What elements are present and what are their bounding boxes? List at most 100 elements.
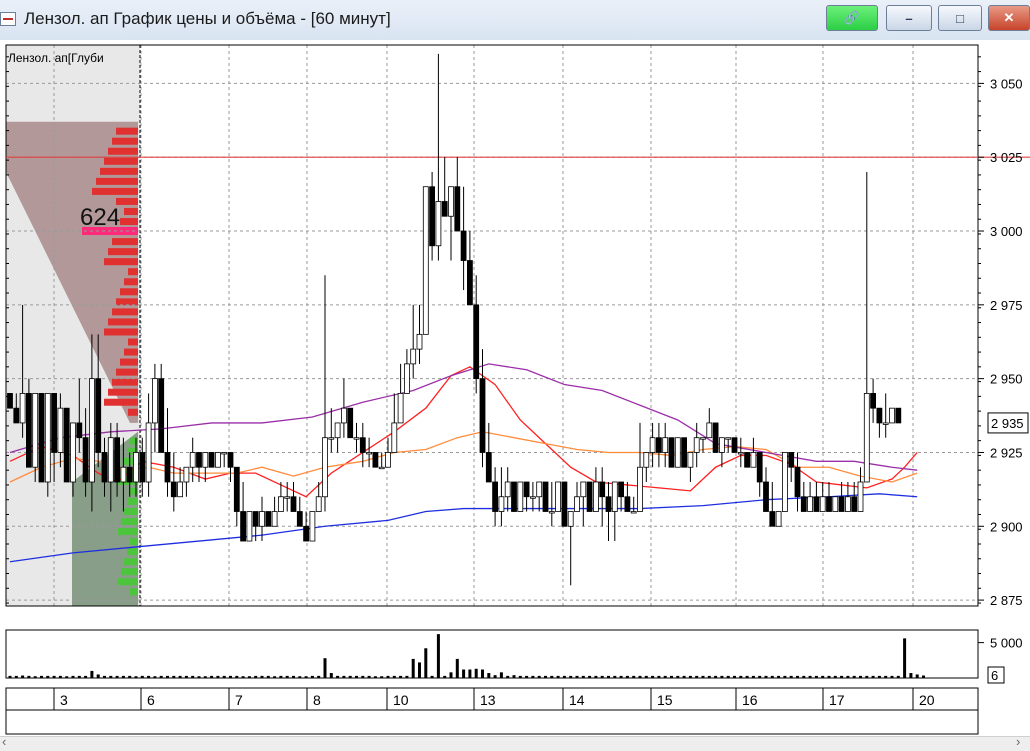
candle-body xyxy=(385,452,391,468)
bid-bar xyxy=(127,548,138,556)
candle-body xyxy=(133,452,139,483)
candle-body xyxy=(681,437,687,468)
volume-bar xyxy=(865,675,869,678)
volume-bar xyxy=(758,675,762,678)
volume-bar xyxy=(663,675,667,678)
candle-body xyxy=(435,201,442,247)
ask-bar xyxy=(124,278,138,286)
volume-bar xyxy=(556,675,560,678)
volume-bar xyxy=(814,675,818,678)
candle-body xyxy=(845,496,851,512)
candle-body xyxy=(359,437,366,453)
candle-body xyxy=(107,437,114,483)
volume-bar xyxy=(922,675,925,678)
volume-bar xyxy=(625,675,629,678)
volume-bar xyxy=(544,675,547,678)
horizontal-scrollbar[interactable]: ‹ › xyxy=(0,734,1030,751)
candle-body xyxy=(19,393,26,424)
volume-bar xyxy=(739,675,743,678)
volume-bar xyxy=(411,658,415,678)
candle-body xyxy=(139,452,146,483)
volume-bar xyxy=(796,675,799,678)
volume-bar xyxy=(846,675,850,678)
volume-bar xyxy=(298,676,302,678)
price-tick-label: 3 000 xyxy=(990,224,1023,239)
scroll-left-icon[interactable]: ‹ xyxy=(2,734,6,749)
volume-bar xyxy=(909,673,913,678)
ask-bar xyxy=(124,207,138,215)
candle-body xyxy=(158,378,165,453)
volume-bar xyxy=(373,676,377,678)
price-volume-chart[interactable]: 3 050 3 025 3 000 2 975 2 950 2 925 2 900 2 875… xyxy=(0,0,1030,736)
volume-panel-frame xyxy=(5,629,979,679)
candle-body xyxy=(151,378,158,424)
candle-body xyxy=(214,452,221,468)
candle-body xyxy=(82,437,89,483)
candle-body xyxy=(706,422,713,439)
volume-bar xyxy=(40,675,43,678)
bid-bar xyxy=(124,558,138,566)
volume-bar xyxy=(607,675,610,678)
candle-body xyxy=(574,496,580,512)
candle-body xyxy=(851,496,858,512)
scroll-right-icon[interactable]: › xyxy=(1016,734,1020,749)
bid-bar xyxy=(130,538,138,546)
volume-bar xyxy=(537,675,541,678)
bid-bar xyxy=(121,568,138,576)
candle-body xyxy=(744,452,750,468)
volume-bar xyxy=(84,675,88,678)
candle-body xyxy=(498,496,505,512)
candle-body xyxy=(637,466,643,512)
candle-body xyxy=(668,437,675,468)
volume-bar xyxy=(462,669,466,678)
volume-bar xyxy=(273,676,277,678)
volume-bar xyxy=(310,675,314,678)
bid-bar xyxy=(118,578,138,586)
candle-body xyxy=(693,437,700,453)
candle-body xyxy=(410,348,417,365)
ask-bar xyxy=(120,218,138,226)
candle-body xyxy=(372,452,379,468)
volume-bar xyxy=(430,675,434,678)
volume-bar xyxy=(8,675,12,678)
candle-body xyxy=(334,422,341,439)
volume-bar xyxy=(109,675,113,678)
candle-body xyxy=(561,481,568,527)
volume-bar xyxy=(317,675,321,678)
volume-bar xyxy=(90,670,94,678)
volume-bar xyxy=(21,675,25,678)
candle-body xyxy=(794,466,801,498)
bid-bar xyxy=(130,487,138,495)
ask-bar xyxy=(108,147,138,155)
volume-bar xyxy=(147,675,151,678)
volume-bar xyxy=(172,675,176,678)
date-label: 20 xyxy=(919,692,935,708)
candle-body xyxy=(593,481,599,512)
volume-bar xyxy=(292,675,295,678)
ask-bar xyxy=(92,187,138,195)
candle-body xyxy=(731,437,738,453)
price-tick-label: 3 050 xyxy=(990,76,1023,91)
volume-bar xyxy=(632,675,636,678)
volume-bar xyxy=(140,675,144,678)
volume-bar xyxy=(77,675,81,678)
candle-body xyxy=(7,393,13,409)
candle-body xyxy=(164,452,171,483)
candle-body xyxy=(643,452,650,468)
candle-body xyxy=(240,511,247,542)
candle-body xyxy=(479,378,486,453)
volume-bar xyxy=(808,675,812,678)
volume-bar xyxy=(159,675,163,678)
volume-bar xyxy=(764,675,768,678)
volume-bar xyxy=(657,675,661,678)
candle-body xyxy=(221,452,228,455)
volume-bar xyxy=(361,675,365,678)
candle-body xyxy=(259,511,265,527)
volume-bar xyxy=(134,676,138,678)
candle-body xyxy=(548,511,555,514)
volume-bar xyxy=(531,675,535,678)
volume-bar xyxy=(638,675,642,678)
candle-body xyxy=(340,407,347,424)
ask-bar xyxy=(108,388,138,396)
volume-bar xyxy=(153,676,157,678)
